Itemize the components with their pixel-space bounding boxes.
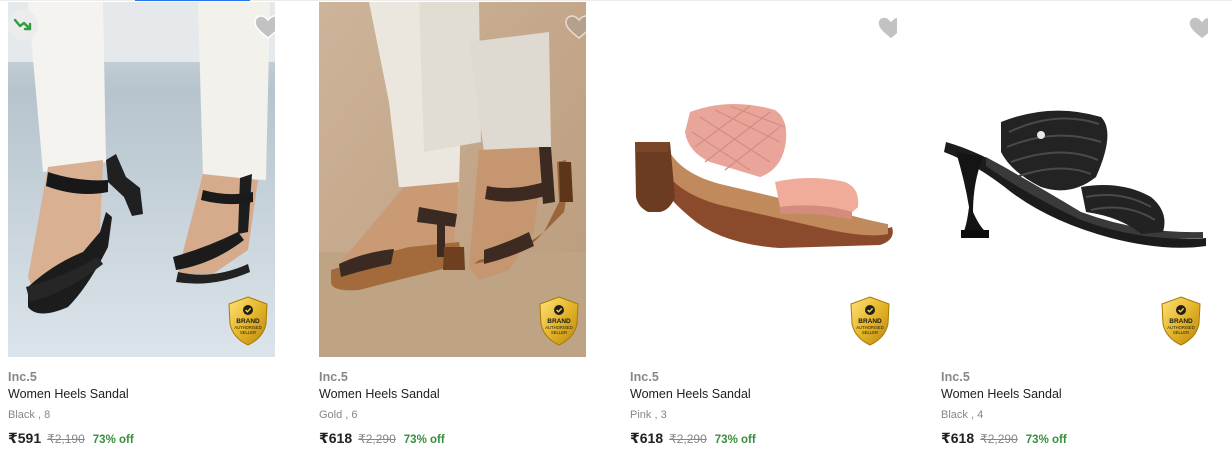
product-title[interactable]: Women Heels Sandal [630,387,751,401]
product-image[interactable]: BRAND AUTHORISED SELLER [630,2,897,357]
price-row: ₹618 ₹2,290 73% off [630,430,756,448]
original-price: ₹2,290 [358,432,396,446]
product-variant: Black , 8 [8,409,51,421]
badge-line3: SELLER [862,330,878,335]
selling-price: ₹618 [319,430,353,446]
product-card[interactable]: BRAND AUTHORISED SELLER Inc.5 Women Heel… [319,2,587,454]
selling-price: ₹618 [941,430,975,446]
product-title[interactable]: Women Heels Sandal [8,387,129,401]
product-brand: Inc.5 [8,370,37,384]
shield-badge-icon: BRAND AUTHORISED SELLER [1160,296,1202,346]
product-title[interactable]: Women Heels Sandal [319,387,440,401]
badge-line1: BRAND [1169,318,1193,325]
discount-label: 73% off [714,434,756,446]
heart-icon[interactable] [564,14,586,40]
product-image[interactable]: BRAND AUTHORISED SELLER [941,2,1208,357]
product-brand: Inc.5 [941,370,970,384]
badge-line3: SELLER [240,330,256,335]
product-image[interactable]: BRAND AUTHORISED SELLER [319,2,586,357]
product-image[interactable]: BRAND AUTHORISED SELLER [8,2,275,357]
badge-line3: SELLER [1173,330,1189,335]
badge-line3: SELLER [551,330,567,335]
product-variant: Black , 4 [941,409,984,421]
product-variant: Pink , 3 [630,409,667,421]
product-brand: Inc.5 [319,370,348,384]
selling-price: ₹618 [630,430,664,446]
product-grid: BRAND AUTHORISED SELLER Inc.5 Women Heel… [0,0,1232,454]
heart-icon[interactable] [876,15,897,41]
product-variant: Gold , 6 [319,409,358,421]
shield-badge-icon: BRAND AUTHORISED SELLER [538,296,580,346]
original-price: ₹2,290 [669,432,707,446]
trending-down-icon [8,10,38,40]
original-price: ₹2,290 [980,432,1018,446]
product-card[interactable]: BRAND AUTHORISED SELLER Inc.5 Women Heel… [630,2,898,454]
price-row: ₹618 ₹2,290 73% off [941,430,1067,448]
badge-line1: BRAND [858,318,882,325]
product-title[interactable]: Women Heels Sandal [941,387,1062,401]
product-card[interactable]: BRAND AUTHORISED SELLER Inc.5 Women Heel… [8,2,276,454]
shield-badge-icon: BRAND AUTHORISED SELLER [849,296,891,346]
price-row: ₹618 ₹2,290 73% off [319,430,445,448]
discount-label: 73% off [403,434,445,446]
original-price: ₹2,190 [47,432,85,446]
discount-label: 73% off [92,434,134,446]
product-brand: Inc.5 [630,370,659,384]
product-card[interactable]: BRAND AUTHORISED SELLER Inc.5 Women Heel… [941,2,1209,454]
shield-badge-icon: BRAND AUTHORISED SELLER [227,296,269,346]
badge-line1: BRAND [236,318,260,325]
selling-price: ₹591 [8,430,42,446]
badge-line1: BRAND [547,318,571,325]
heart-icon[interactable] [253,14,275,40]
heart-icon[interactable] [1187,15,1208,41]
discount-label: 73% off [1025,434,1067,446]
price-row: ₹591 ₹2,190 73% off [8,430,134,448]
